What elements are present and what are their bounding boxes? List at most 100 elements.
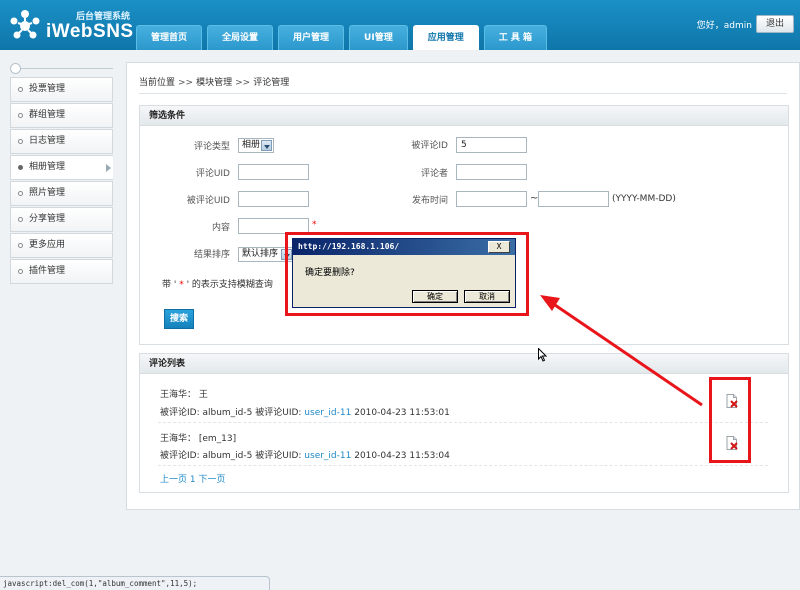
bullet-icon xyxy=(18,243,23,248)
browser-status-bar: javascript:del_com(1,"album_comment",11,… xyxy=(0,576,270,590)
breadcrumb-current-location: 当前位置 xyxy=(139,78,176,88)
publish-time-end-input[interactable] xyxy=(538,191,609,207)
logout-button[interactable]: 退出 xyxy=(755,15,794,33)
hint-star: * xyxy=(176,280,187,290)
date-format-hint: (YYYY-MM-DD) xyxy=(612,194,676,204)
comment-author: 王海华： 王 xyxy=(160,390,208,400)
sidebar-item-label: 投票管理 xyxy=(29,84,66,94)
commenter-input[interactable] xyxy=(456,164,527,180)
sidebar-collapse-handle[interactable] xyxy=(10,62,113,76)
comment-list-panel: 评论列表 王海华： 王 被评论ID: album_id-5 被评论UID: us… xyxy=(139,353,789,493)
sidebar-item-groups[interactable]: 群组管理 xyxy=(10,103,113,128)
commenter-label: 评论者 xyxy=(420,169,448,179)
dialog-message: 确定要删除? xyxy=(305,268,355,278)
publish-time-label: 发布时间 xyxy=(411,196,448,206)
bullet-icon xyxy=(18,165,23,170)
breadcrumb: 当前位置 >> 模块管理 >> 评论管理 xyxy=(139,75,289,88)
comment-uid-link[interactable]: user_id-11 xyxy=(304,408,351,418)
sidebar-item-shares[interactable]: 分享管理 xyxy=(10,207,113,232)
page-number-link[interactable]: 1 xyxy=(190,475,196,485)
divider xyxy=(139,93,787,94)
sidebar-item-albums[interactable]: 相册管理 xyxy=(10,155,113,180)
sort-label: 结果排序 xyxy=(193,250,230,260)
tab-global-settings[interactable]: 全局设置 xyxy=(207,25,274,50)
bullet-icon xyxy=(18,87,23,92)
breadcrumb-module-management[interactable]: 模块管理 xyxy=(196,78,232,88)
sidebar-item-votes[interactable]: 投票管理 xyxy=(10,77,113,102)
comment-uid-label: 评论UID xyxy=(195,169,230,179)
next-page-link[interactable]: 下一页 xyxy=(199,475,226,485)
logo-subtitle: 后台管理系统 xyxy=(76,11,131,22)
breadcrumb-separator: >> xyxy=(235,78,251,88)
breadcrumb-separator: >> xyxy=(178,78,194,88)
comment-timestamp: 2010-04-23 11:53:01 xyxy=(354,408,450,418)
chevron-down-icon xyxy=(261,140,272,151)
confirm-cancel-button[interactable]: 取消 xyxy=(464,290,510,303)
divider xyxy=(158,465,768,466)
sidebar-item-label: 照片管理 xyxy=(29,188,66,198)
bullet-icon xyxy=(18,113,23,118)
bullet-icon xyxy=(18,269,23,274)
sidebar-item-label: 插件管理 xyxy=(29,266,66,276)
sidebar: 投票管理 群组管理 日志管理 相册管理 照片管理 分享管理 更多应用 插件管理 xyxy=(10,62,113,284)
comment-timestamp: 2010-04-23 11:53:04 xyxy=(354,451,450,461)
sidebar-item-label: 分享管理 xyxy=(29,214,66,224)
comment-ids: 被评论ID: album_id-5 被评论UID: xyxy=(160,408,305,418)
comment-uid-link[interactable]: user_id-11 xyxy=(304,451,351,461)
sidebar-item-label: 更多应用 xyxy=(29,240,66,250)
logo-name: iWebSNS xyxy=(46,20,134,42)
content-label: 内容 xyxy=(211,223,230,233)
confirm-ok-button[interactable]: 确定 xyxy=(412,290,458,303)
mouse-cursor-icon xyxy=(538,348,548,362)
comment-meta: 被评论ID: album_id-5 被评论UID: user_id-11 201… xyxy=(160,448,450,461)
bullet-icon xyxy=(18,191,23,196)
comment-type-value: 相册 xyxy=(242,140,261,150)
commented-id-label: 被评论ID xyxy=(411,141,448,151)
pager: 上一页 1 下一页 xyxy=(160,472,226,485)
comment-author: 王海华： [em_13] xyxy=(160,434,237,444)
comment-uid-input[interactable] xyxy=(238,164,309,180)
publish-time-start-input[interactable] xyxy=(456,191,527,207)
tab-user-management[interactable]: 用户管理 xyxy=(278,25,345,50)
confirm-dialog: http://192.168.1.106/ X 确定要删除? 确定 取消 xyxy=(292,238,516,308)
fuzzy-search-mark: * xyxy=(312,220,317,230)
tab-ui-management[interactable]: UI管理 xyxy=(349,25,408,50)
annotation-highlight-box xyxy=(709,377,751,463)
commented-uid-input[interactable] xyxy=(238,191,309,207)
greeting-text: 您好，admin xyxy=(696,20,752,31)
logo: 后台管理系统 iWebSNS xyxy=(8,6,134,44)
comment-list-title: 评论列表 xyxy=(140,354,788,374)
comment-type-select[interactable]: 相册 xyxy=(238,138,274,153)
divider xyxy=(158,422,768,423)
logo-people-icon xyxy=(10,10,40,39)
sort-value: 默认排序 xyxy=(242,249,279,259)
tab-home[interactable]: 管理首页 xyxy=(136,25,203,50)
dialog-title: http://192.168.1.106/ xyxy=(298,242,400,251)
hint-suffix: ' 的表示支持模糊查询 xyxy=(186,280,273,290)
comment-type-label: 评论类型 xyxy=(193,142,230,152)
commented-uid-label: 被评论UID xyxy=(186,196,230,206)
dialog-close-button[interactable]: X xyxy=(488,241,510,253)
fuzzy-search-hint: 带 ' * ' 的表示支持模糊查询 xyxy=(162,277,273,290)
header-bar: 后台管理系统 iWebSNS 管理首页 全局设置 用户管理 UI管理 应用管理 … xyxy=(0,0,800,50)
sidebar-item-label: 群组管理 xyxy=(29,110,66,120)
dialog-title-bar: http://192.168.1.106/ X xyxy=(293,239,515,255)
bullet-icon xyxy=(18,139,23,144)
sidebar-item-label: 相册管理 xyxy=(29,162,66,172)
hint-prefix: 带 ' xyxy=(162,280,177,290)
comment-meta: 被评论ID: album_id-5 被评论UID: user_id-11 201… xyxy=(160,405,450,418)
breadcrumb-comment-management: 评论管理 xyxy=(253,78,290,88)
sidebar-item-blogs[interactable]: 日志管理 xyxy=(10,129,113,154)
main-nav: 管理首页 全局设置 用户管理 UI管理 应用管理 工 具 箱 xyxy=(136,25,552,50)
sidebar-item-label: 日志管理 xyxy=(29,136,66,146)
tab-toolbox[interactable]: 工 具 箱 xyxy=(483,25,548,50)
filter-panel-title: 筛选条件 xyxy=(140,106,788,126)
tab-app-management[interactable]: 应用管理 xyxy=(412,25,479,50)
prev-page-link[interactable]: 上一页 xyxy=(160,475,187,485)
sidebar-item-photos[interactable]: 照片管理 xyxy=(10,181,113,206)
sidebar-item-plugins[interactable]: 插件管理 xyxy=(10,259,113,284)
search-button[interactable]: 搜索 xyxy=(164,309,194,329)
sidebar-item-more-apps[interactable]: 更多应用 xyxy=(10,233,113,258)
comment-ids: 被评论ID: album_id-5 被评论UID: xyxy=(160,451,305,461)
commented-id-input[interactable]: 5 xyxy=(456,137,527,153)
